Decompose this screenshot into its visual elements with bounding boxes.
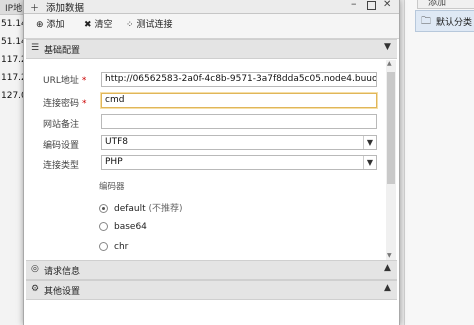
list-header-label: IP地 xyxy=(5,4,23,14)
encoder-note: (不推荐) xyxy=(148,204,183,214)
encoding-value: UTF8 xyxy=(105,137,128,147)
encoding-select[interactable]: UTF8 ▼ xyxy=(101,135,377,150)
encoder-option-chr[interactable]: chr xyxy=(99,242,128,252)
section-basic-config[interactable]: ☰ 基础配置 ▼ xyxy=(26,39,397,59)
maximize-icon[interactable] xyxy=(367,1,376,10)
url-input[interactable]: http://06562583-2a0f-4c8b-9571-3a7f8dda5… xyxy=(101,72,377,87)
type-select[interactable]: PHP ▼ xyxy=(101,155,377,170)
section-other-title: 其他设置 xyxy=(44,287,81,297)
add-category-button[interactable]: 添加 xyxy=(417,0,474,9)
basic-config-form: URL地址 * http://06562583-2a0f-4c8b-9571-3a… xyxy=(26,60,386,260)
type-label: 连接类型 xyxy=(43,161,80,171)
radio-icon xyxy=(99,242,108,251)
category-item-default[interactable]: 🗀 默认分类 xyxy=(415,10,474,32)
dialog-titlebar[interactable]: ＋ 添加数据 – ✕ xyxy=(24,0,399,14)
clear-button-label: 清空 xyxy=(94,20,113,30)
form-scrollbar[interactable]: ▲ ▼ xyxy=(386,60,396,260)
radio-icon xyxy=(99,222,108,231)
chevron-down-icon: ▼ xyxy=(363,156,376,169)
x-icon: ✖ xyxy=(84,20,92,30)
note-input[interactable] xyxy=(101,114,377,129)
category-panel: 添加 🗀 默认分类 xyxy=(404,0,474,325)
add-category-label: 添加 xyxy=(428,0,447,8)
section-request-info[interactable]: ◎ 请求信息 ▲ xyxy=(26,260,397,280)
list-icon: ☰ xyxy=(31,43,40,53)
category-label: 默认分类 xyxy=(436,18,473,28)
encoder-label: 编码器 xyxy=(99,182,125,192)
url-label: URL地址 * xyxy=(43,76,87,86)
radio-selected-icon xyxy=(99,204,108,213)
chevron-up-icon: ▲ xyxy=(384,283,391,293)
encoder-name: default xyxy=(114,204,146,214)
folder-icon: 🗀 xyxy=(421,16,431,27)
scroll-up-icon[interactable]: ▲ xyxy=(387,60,392,67)
spinner-icon: ⁘ xyxy=(126,20,134,30)
minimize-icon[interactable]: – xyxy=(351,0,357,10)
clear-button[interactable]: ✖ 清空 xyxy=(81,18,116,33)
encoder-name: chr xyxy=(114,242,129,252)
scroll-down-icon[interactable]: ▼ xyxy=(387,252,392,259)
add-data-dialog: ＋ 添加数据 – ✕ ⊕ 添加 ✖ 清空 ⁘ 测试连接 ☰ 基础配置 ▼ URL地址 *… xyxy=(23,0,400,325)
encoder-option-base64[interactable]: base64 xyxy=(99,222,147,232)
chevron-up-icon: ▲ xyxy=(384,263,391,273)
encoding-label: 编码设置 xyxy=(43,141,80,151)
chevron-down-icon: ▼ xyxy=(363,136,376,149)
note-label: 网站备注 xyxy=(43,120,80,130)
password-label: 连接密码 * xyxy=(43,99,87,109)
chevron-down-icon: ▼ xyxy=(384,42,391,52)
test-connection-button[interactable]: ⁘ 测试连接 xyxy=(123,18,176,33)
add-button[interactable]: ⊕ 添加 xyxy=(33,18,68,33)
dialog-title: 添加数据 xyxy=(46,3,85,14)
close-icon[interactable]: ✕ xyxy=(383,0,391,10)
gears-icon: ⚙ xyxy=(31,284,40,294)
scrollbar-thumb[interactable] xyxy=(387,72,395,184)
section-other-settings[interactable]: ⚙ 其他设置 ▲ xyxy=(26,280,397,300)
encoder-name: base64 xyxy=(114,222,147,232)
section-basic-title: 基础配置 xyxy=(44,46,81,56)
add-button-label: 添加 xyxy=(46,20,65,30)
add-icon: ＋ xyxy=(30,4,40,14)
encoder-option-default[interactable]: default (不推荐) xyxy=(99,201,183,214)
dialog-toolbar: ⊕ 添加 ✖ 清空 ⁘ 测试连接 xyxy=(24,14,399,39)
globe-icon: ◎ xyxy=(31,264,39,274)
test-connection-label: 测试连接 xyxy=(136,20,173,30)
type-value: PHP xyxy=(105,157,123,167)
plus-circle-icon: ⊕ xyxy=(36,20,44,30)
section-request-title: 请求信息 xyxy=(44,267,81,277)
password-input[interactable]: cmd xyxy=(101,93,377,108)
